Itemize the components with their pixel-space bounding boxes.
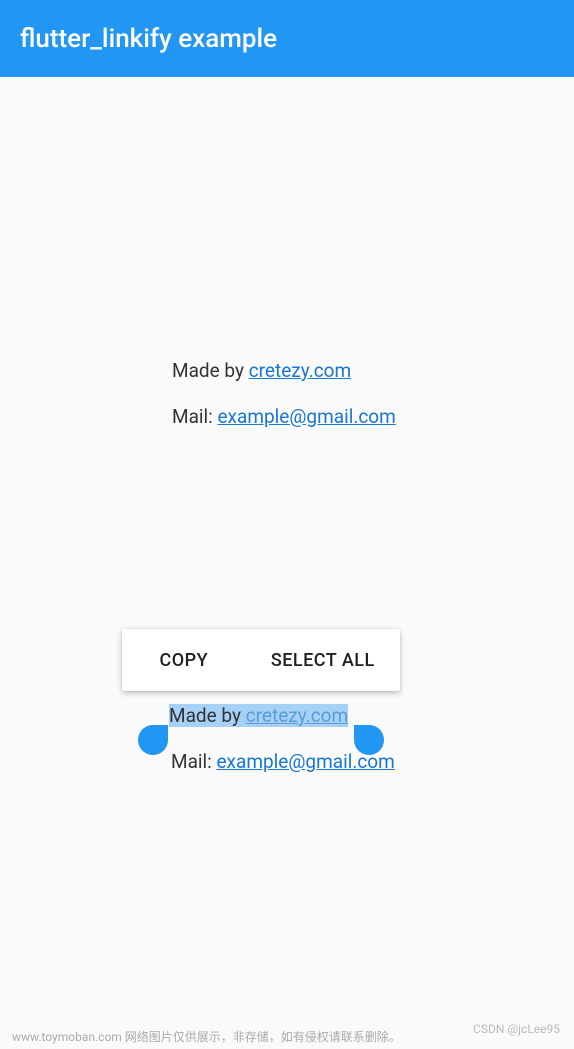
selectable-linkify-text-2[interactable]: Mail: example@gmail.com bbox=[171, 748, 395, 777]
app-bar: flutter_linkify example bbox=[0, 0, 574, 77]
selected-text-prefix: Made by bbox=[169, 704, 246, 727]
text-prefix: Mail: bbox=[171, 750, 216, 773]
copy-button[interactable]: COPY bbox=[122, 629, 246, 691]
footer-watermark-left: www.toymoban.com 网络图片仅供展示，非存储，如有侵权请联系删除。 bbox=[12, 1028, 401, 1045]
email-link[interactable]: example@gmail.com bbox=[216, 750, 394, 773]
linkify-text-1: Made by cretezy.com bbox=[172, 357, 351, 386]
text-selection-toolbar: COPY SELECT ALL bbox=[122, 629, 400, 691]
text-prefix: Made by bbox=[172, 359, 249, 382]
selected-url-link[interactable]: cretezy.com bbox=[246, 704, 348, 727]
footer-watermark-right: CSDN @jcLee95 bbox=[473, 1022, 560, 1036]
content-area: Made by cretezy.com Mail: example@gmail.… bbox=[0, 77, 574, 1049]
app-bar-title: flutter_linkify example bbox=[20, 24, 277, 54]
selectable-linkify-text-1[interactable]: Made by cretezy.com bbox=[169, 702, 348, 731]
select-all-button[interactable]: SELECT ALL bbox=[246, 629, 400, 691]
linkify-text-2: Mail: example@gmail.com bbox=[172, 403, 396, 432]
selection-handle-start[interactable] bbox=[138, 725, 168, 755]
url-link[interactable]: cretezy.com bbox=[249, 359, 351, 382]
email-link[interactable]: example@gmail.com bbox=[217, 405, 395, 428]
text-prefix: Mail: bbox=[172, 405, 217, 428]
